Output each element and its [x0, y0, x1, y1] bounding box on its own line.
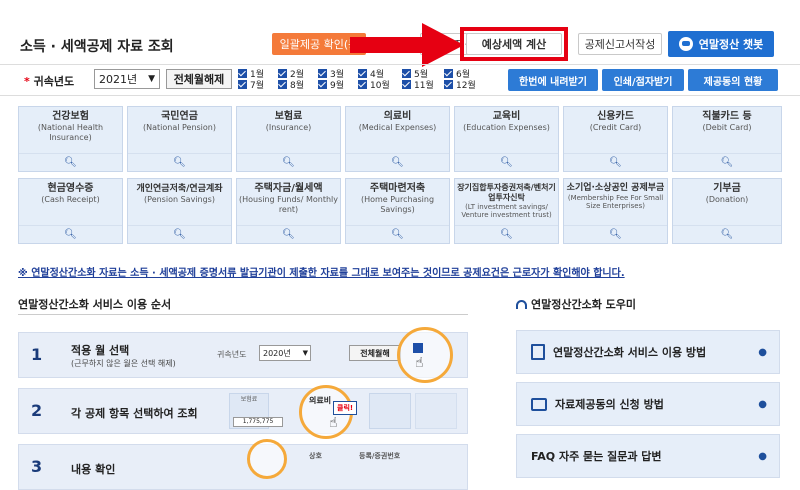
- search-icon: 🔍︎: [237, 153, 340, 171]
- step-item: 2 각 공제 항목 선택하여 조회 보험료 1,775,775 의료비 클릭! …: [18, 385, 468, 439]
- month-checkbox[interactable]: 10월: [358, 78, 390, 91]
- search-icon: 🔍︎: [19, 153, 122, 171]
- tax-form-button[interactable]: 공제신고서작성: [578, 33, 662, 55]
- demo-highlight-circle: [397, 327, 453, 383]
- search-icon: 🔍︎: [673, 153, 781, 171]
- notice-link[interactable]: ※ 연말정산간소화 자료는 소득 · 세액공제 증명서류 발급기관이 제출한 자…: [18, 264, 625, 279]
- search-icon: 🔍︎: [673, 225, 781, 243]
- search-icon: 🔍︎: [19, 225, 122, 243]
- month-checkbox[interactable]: 8월: [278, 78, 304, 91]
- print-button[interactable]: 인쇄/점자받기: [602, 69, 684, 91]
- category-small-business[interactable]: 소기업·소상공인 공제부금 (Membership Fee For Small S…: [563, 178, 668, 244]
- deselect-all-button[interactable]: 전체월해제: [166, 69, 232, 89]
- month-checkbox[interactable]: 7월: [238, 78, 264, 91]
- step-item: 1 적용 월 선택 (근무하지 않은 월은 선택 해제) 귀속년도 2020년 ▼…: [18, 327, 468, 383]
- chatbot-label: 연말정산 챗봇: [698, 38, 764, 51]
- month-checkbox[interactable]: 12월: [444, 78, 476, 91]
- demo-biz-header: 등록/증권번호: [359, 452, 401, 460]
- category-debit-card[interactable]: 직불카드 등 (Debit Card) 🔍︎: [672, 106, 782, 172]
- demo-year-select: 2020년 ▼: [259, 345, 311, 361]
- help-title: 연말정산간소화 도우미: [516, 296, 636, 312]
- year-value: 2021년: [99, 73, 138, 86]
- month-checkbox[interactable]: 9월: [318, 78, 344, 91]
- search-icon: 🔍︎: [128, 153, 231, 171]
- demo-medical-label: 의료비: [309, 396, 332, 405]
- chevron-down-icon: ▼: [148, 74, 155, 84]
- demo-highlight-circle: [247, 439, 287, 479]
- category-housing-funds[interactable]: 주택자금/월세액 (Housing Funds/ Monthly rent) 🔍︎: [236, 178, 341, 244]
- document-pen-icon: [531, 344, 545, 360]
- help-item-faq[interactable]: FAQ 자주 묻는 질문과 답변 ●: [516, 434, 780, 478]
- demo-cell: [369, 393, 411, 429]
- step-item: 3 내용 확인 상호 등록/증권번호: [18, 439, 468, 490]
- category-grid: 건강보험 (National Health Insurance) 🔍︎ 국민연금(…: [18, 106, 782, 250]
- demo-name-header: 상호: [309, 452, 322, 460]
- search-icon: 🔍︎: [564, 153, 667, 171]
- category-pension-savings[interactable]: 개인연금저축/연금계좌 (Pension Savings) 🔍︎: [127, 178, 232, 244]
- category-donation[interactable]: 기부금 (Donation) 🔍︎: [672, 178, 782, 244]
- category-lt-investment[interactable]: 장기집합투자증권저축/벤처기업투자신탁 (LT investment saving…: [454, 178, 559, 244]
- search-icon: 🔍︎: [128, 225, 231, 243]
- category-home-purchasing-savings[interactable]: 주택마련저축 (Home Purchasing Savings) 🔍︎: [345, 178, 450, 244]
- hand-cursor-icon: ☝: [415, 355, 424, 371]
- category-national-pension[interactable]: 국민연금 (National Pension) 🔍︎: [127, 106, 232, 172]
- arrow-right-icon: ●: [758, 450, 767, 462]
- search-icon: 🔍︎: [346, 225, 449, 243]
- highlight-box: [460, 27, 568, 61]
- page-title: 소득 · 세액공제 자료 조회: [20, 39, 174, 55]
- arrow-right-icon: ●: [758, 346, 767, 358]
- search-icon: 🔍︎: [237, 225, 340, 243]
- download-all-button[interactable]: 한번에 내려받기: [508, 69, 598, 91]
- headset-icon: [516, 299, 527, 309]
- chatbot-button[interactable]: 연말정산 챗봇: [668, 31, 774, 57]
- category-medical[interactable]: 의료비 (Medical Expenses) 🔍︎: [345, 106, 450, 172]
- month-checkboxes: 1월 7월 2월 8월 3월 9월 4월 10월 5월 11월 6월 12월: [238, 67, 478, 91]
- consent-status-button[interactable]: 제공동의 현황: [688, 69, 778, 91]
- year-select[interactable]: 2021년 ▼: [94, 69, 160, 89]
- category-credit-card[interactable]: 신용카드 (Credit Card) 🔍︎: [563, 106, 668, 172]
- highlight-arrow-icon: [350, 23, 464, 67]
- category-health-insurance[interactable]: 건강보험 (National Health Insurance) 🔍︎: [18, 106, 123, 172]
- year-label: * 귀속년도: [24, 75, 75, 88]
- divider: [18, 314, 468, 315]
- demo-amount: 1,775,775: [233, 417, 283, 427]
- arrow-right-icon: ●: [758, 398, 767, 410]
- steps-title: 연말정산간소화 서비스 이용 순서: [18, 298, 172, 311]
- document-icon: [531, 397, 547, 411]
- help-item-usage[interactable]: 연말정산간소화 서비스 이용 방법 ●: [516, 330, 780, 374]
- chatbot-icon: [678, 37, 693, 51]
- demo-click-badge: 클릭!: [333, 401, 358, 415]
- search-icon: 🔍︎: [455, 225, 558, 243]
- category-education[interactable]: 교육비 (Education Expenses) 🔍︎: [454, 106, 559, 172]
- search-icon: 🔍︎: [346, 153, 449, 171]
- help-item-consent[interactable]: 자료제공동의 신청 방법 ●: [516, 382, 780, 426]
- steps-list: 1 적용 월 선택 (근무하지 않은 월은 선택 해제) 귀속년도 2020년 ▼…: [18, 322, 468, 490]
- category-insurance[interactable]: 보험료 (Insurance) 🔍︎: [236, 106, 341, 172]
- demo-all-button: 전체월해: [349, 345, 401, 361]
- hand-cursor-icon: ☝: [329, 415, 338, 431]
- month-checkbox[interactable]: 11월: [402, 78, 434, 91]
- category-cash-receipt[interactable]: 현금영수증 (Cash Receipt) 🔍︎: [18, 178, 123, 244]
- demo-cell: [415, 393, 457, 429]
- demo-checkbox-icon: [413, 343, 423, 353]
- search-icon: 🔍︎: [564, 225, 667, 243]
- search-icon: 🔍︎: [455, 153, 558, 171]
- demo-year-label: 귀속년도: [217, 350, 247, 359]
